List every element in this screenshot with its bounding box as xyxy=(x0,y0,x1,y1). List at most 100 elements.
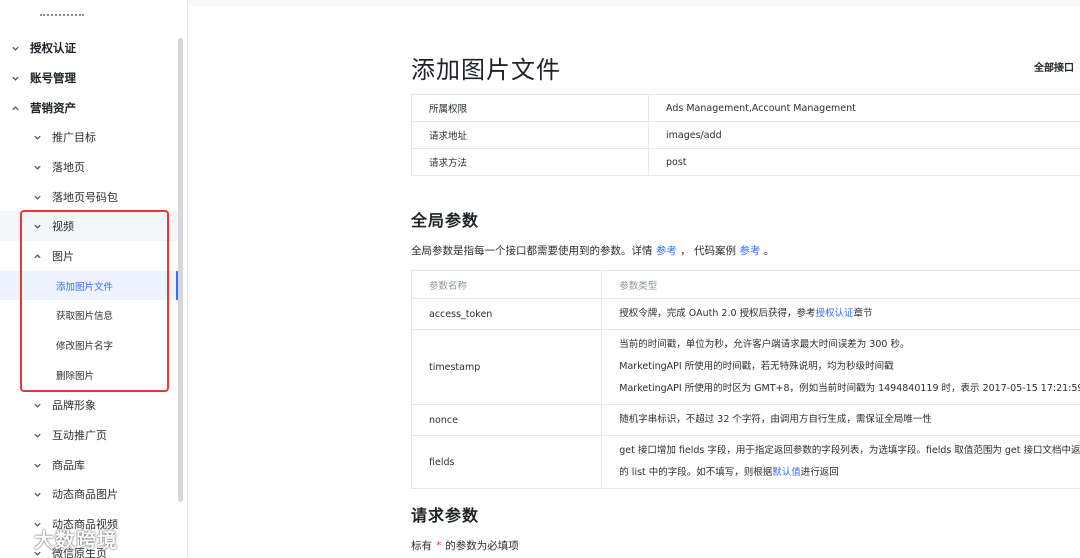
watermark: 大数跨境 xyxy=(6,524,118,553)
sidebar-item-get-image-info[interactable]: 获取图片信息 xyxy=(56,300,113,330)
param-name: access_token xyxy=(410,298,603,330)
description-line: MarketingAPI 所使用的时区为 GMT+8，例如当前时间戳为 1494… xyxy=(619,383,1080,394)
column-header-type: 参数类型 xyxy=(601,270,1080,299)
chevron-down-icon xyxy=(10,73,20,83)
required-star: * xyxy=(436,540,442,552)
note-text: 标有 xyxy=(411,540,432,552)
table-row: 请求方法 post xyxy=(411,148,1080,176)
sidebar-item-label: 获取图片信息 xyxy=(56,311,114,322)
param-name: timestamp xyxy=(410,329,603,405)
note-text: 的参数为必填项 xyxy=(445,540,519,552)
code-example-link[interactable]: 参考 xyxy=(739,245,760,257)
sidebar-item-dynamic-product-image[interactable]: 动态商品图片 xyxy=(32,479,118,509)
description-line: MarketingAPI 所使用的时间戳，若无特殊说明，均为秒级时间戳 xyxy=(619,361,894,372)
sidebar-item-label: 修改图片名字 xyxy=(56,341,114,352)
description-line: 随机字串标识，不超过 32 个字符，由调用方自行生成，需保证全局唯一性 xyxy=(619,414,932,425)
sidebar-item-label: 互动推广页 xyxy=(52,429,107,442)
table-row: fields get 接口增加 fields 字段，用于指定返回参数的字段列表，… xyxy=(410,435,1080,489)
sidebar-item-add-image-file[interactable]: 添加图片文件 xyxy=(56,271,113,301)
page-title: 添加图片文件 xyxy=(411,56,561,84)
chevron-down-icon xyxy=(32,430,42,440)
sidebar-item-marketing-assets[interactable]: 营销资产 xyxy=(10,93,76,123)
chevron-down-icon xyxy=(32,221,42,231)
required-note: 标有 * 的参数为必填项 xyxy=(411,538,519,553)
param-description: get 接口增加 fields 字段，用于指定返回参数的字段列表，为选填字段。f… xyxy=(601,435,1080,489)
sidebar-item-interactive-page[interactable]: 互动推广页 xyxy=(32,420,107,450)
sidebar-item-auth[interactable]: 授权认证 xyxy=(10,33,76,63)
global-params-description: 全局参数是指每一个接口都需要使用到的参数。详情 参考 ， 代码案例 参考 。 xyxy=(411,243,774,258)
sidebar-item-delete-image[interactable]: 删除图片 xyxy=(56,360,94,390)
request-params-heading: 请求参数 xyxy=(411,506,480,525)
table-header-row: 参数名称 参数类型 xyxy=(410,270,1080,299)
sidebar-item-promotion-target[interactable]: 推广目标 xyxy=(32,122,96,152)
description-text: 章节 xyxy=(853,308,873,319)
sidebar-item-rename-image[interactable]: 修改图片名字 xyxy=(56,330,113,360)
sidebar-item-landing-number-pack[interactable]: 落地页号码包 xyxy=(32,182,118,212)
sidebar-scrollbar[interactable] xyxy=(178,38,183,502)
truncated-item xyxy=(40,14,84,20)
sidebar-item-product-library[interactable]: 商品库 xyxy=(32,450,85,480)
sidebar-nav: 授权认证 账号管理 营销资产 推广目标 落地页 落地页号码包 视频 图片 添加图… xyxy=(0,0,188,558)
default-value-link[interactable]: 默认值 xyxy=(772,467,801,478)
sidebar-item-label: 添加图片文件 xyxy=(56,282,114,293)
global-params-table: 参数名称 参数类型 access_token 授权令牌，完成 OAuth 2.0… xyxy=(410,270,1080,489)
hover-highlight xyxy=(0,211,178,241)
table-row: timestamp 当前的时间戳，单位为秒，允许客户端请求最大时间误差为 300… xyxy=(410,329,1080,405)
sidebar-item-label: 动态商品图片 xyxy=(52,488,118,501)
info-value: Ads Management,Account Management xyxy=(648,94,1080,122)
chevron-down-icon xyxy=(32,489,42,499)
param-description: 当前的时间戳，单位为秒，允许客户端请求最大时间误差为 300 秒。 Market… xyxy=(601,329,1080,405)
info-value: post xyxy=(648,148,1080,176)
description-text: 的 list 中的字段。如不填写，则根据 xyxy=(619,467,773,478)
sidebar-item-image[interactable]: 图片 xyxy=(32,241,74,271)
sidebar-item-label: 推广目标 xyxy=(52,131,96,144)
description-text: 授权令牌，完成 OAuth 2.0 授权后获得，参考 xyxy=(619,308,816,319)
all-api-link[interactable]: 全部接口 xyxy=(1034,59,1074,74)
sidebar-item-label: 落地页 xyxy=(52,161,85,174)
sidebar-item-account[interactable]: 账号管理 xyxy=(10,63,76,93)
description-line: 当前的时间戳，单位为秒，允许客户端请求最大时间误差为 300 秒。 xyxy=(619,339,910,350)
description-text: ， 代码案例 xyxy=(680,245,737,257)
chevron-up-icon xyxy=(10,103,20,113)
top-bar xyxy=(189,0,1080,6)
sidebar-item-label: 图片 xyxy=(52,250,74,263)
sidebar-item-label: 账号管理 xyxy=(30,71,76,85)
sidebar-item-landing-page[interactable]: 落地页 xyxy=(32,152,85,182)
info-key: 请求方法 xyxy=(411,148,649,176)
table-row: nonce 随机字串标识，不超过 32 个字符，由调用方自行生成，需保证全局唯一… xyxy=(410,404,1080,436)
table-row: access_token 授权令牌，完成 OAuth 2.0 授权后获得，参考授… xyxy=(410,298,1080,330)
chevron-down-icon xyxy=(10,43,20,53)
sidebar-item-label: 删除图片 xyxy=(56,371,95,382)
info-key: 请求地址 xyxy=(411,121,649,149)
description-text: 全局参数是指每一个接口都需要使用到的参数。详情 xyxy=(411,245,653,257)
sidebar-item-label: 品牌形象 xyxy=(52,399,96,412)
chevron-down-icon xyxy=(32,192,42,202)
description-text: 进行返回 xyxy=(800,467,839,478)
reference-link[interactable]: 参考 xyxy=(656,245,677,257)
sidebar-item-label: 落地页号码包 xyxy=(52,191,118,204)
info-key: 所属权限 xyxy=(411,94,649,122)
sidebar-item-video[interactable]: 视频 xyxy=(32,211,74,241)
watermark-text: 大数跨境 xyxy=(34,528,118,552)
table-row: 请求地址 images/add xyxy=(411,121,1080,149)
chevron-down-icon xyxy=(32,162,42,172)
info-value: images/add xyxy=(648,121,1080,149)
column-header-name: 参数名称 xyxy=(410,270,603,299)
auth-link[interactable]: 授权认证 xyxy=(816,308,854,319)
param-description: 随机字串标识，不超过 32 个字符，由调用方自行生成，需保证全局唯一性 xyxy=(601,404,1080,436)
description-line: get 接口增加 fields 字段，用于指定返回参数的字段列表，为选填字段。f… xyxy=(619,445,1080,456)
chevron-down-icon xyxy=(32,400,42,410)
param-name: nonce xyxy=(410,404,603,436)
table-row: 所属权限 Ads Management,Account Management xyxy=(411,94,1080,122)
param-name: fields xyxy=(410,435,603,489)
global-params-heading: 全局参数 xyxy=(411,211,480,230)
api-info-table: 所属权限 Ads Management,Account Management 请… xyxy=(411,94,1080,176)
chevron-down-icon xyxy=(32,132,42,142)
watermark-logo-icon xyxy=(7,530,28,549)
sidebar-item-label: 商品库 xyxy=(52,459,85,472)
sidebar-item-brand-image[interactable]: 品牌形象 xyxy=(32,390,96,420)
description-text: 。 xyxy=(763,245,775,257)
sidebar-item-label: 营销资产 xyxy=(30,101,76,115)
chevron-down-icon xyxy=(32,460,42,470)
param-description: 授权令牌，完成 OAuth 2.0 授权后获得，参考授权认证章节 xyxy=(601,298,1080,330)
